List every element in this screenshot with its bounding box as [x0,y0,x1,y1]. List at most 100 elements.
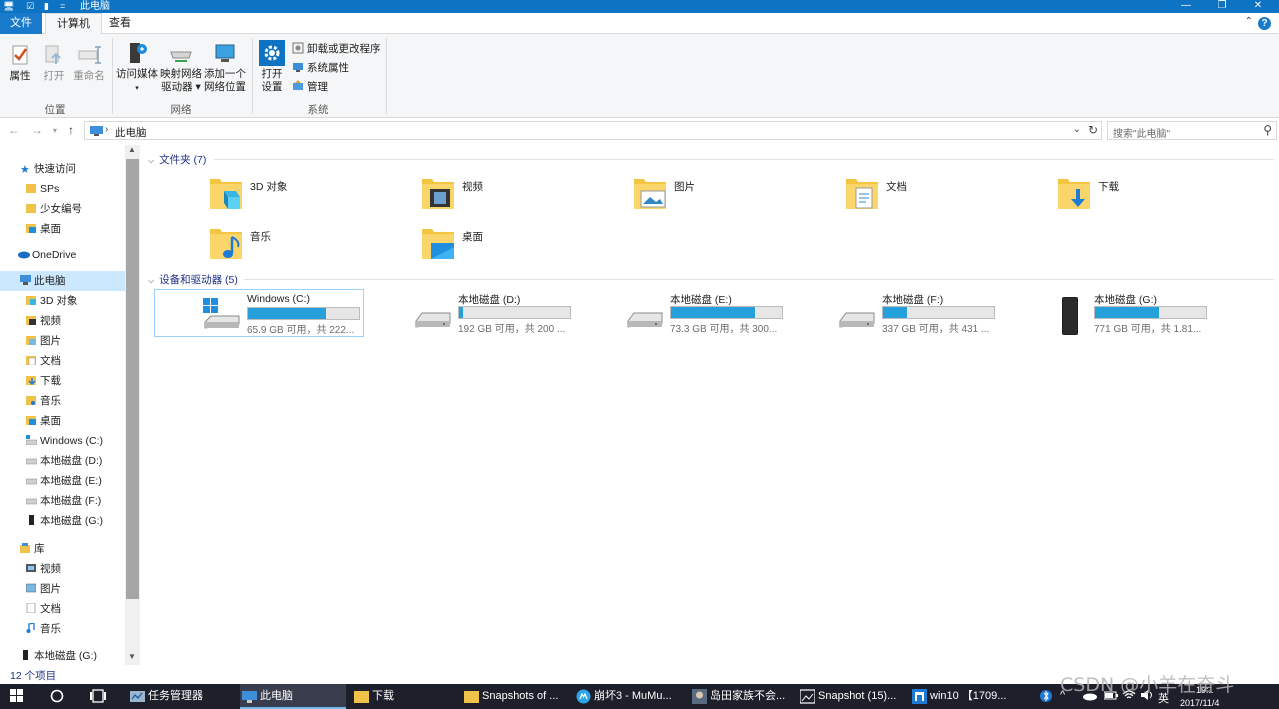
map-network-drive-button[interactable]: 映射网络 驱动器 ▾ [160,40,202,94]
taskbar-item-downloads[interactable]: 下载 [352,684,458,709]
clock-date[interactable]: 2017/11/4 [1180,698,1219,708]
forward-arrow-icon[interactable]: → [31,123,43,137]
content-pane: ⌵ 文件夹 (7) 3D 对象 视频 图片 文档 下载 音乐 桌面 ⌵ 设备和驱动器… [140,145,1279,665]
devices-section-header[interactable]: ⌵ 设备和驱动器 (5) [148,272,238,287]
nav-pc-item-pictures[interactable]: 图片 [0,331,125,351]
folder-tile-documents[interactable]: 文档 [846,175,1046,221]
up-arrow-icon[interactable]: ↑ [68,123,74,137]
nav-pc-item-drive-e[interactable]: 本地磁盘 (E:) [0,471,125,491]
pictures-icon [26,332,37,345]
nav-scrollbar[interactable]: ▲ ▼ [125,145,140,665]
scroll-up-icon[interactable]: ▲ [128,145,136,154]
drive-tile-g[interactable]: 本地磁盘 (G:) 771 GB 可用，共 1.81... [1002,289,1212,337]
nav-qa-item[interactable]: 桌面 [0,219,125,239]
nav-lib-item-documents[interactable]: 文档 [0,599,125,619]
chevron-down-icon: ⌵ [148,156,155,165]
manage-button[interactable]: 管理 [292,80,328,94]
nav-quick-access[interactable]: ★ 快速访问 [0,159,125,179]
address-bar[interactable]: › 此电脑 ⌄ ↻ [84,121,1102,140]
nav-pc-item-downloads[interactable]: 下载 [0,371,125,391]
system-properties-button[interactable]: 系统属性 [292,61,349,75]
drive-tile-d[interactable]: 本地磁盘 (D:) 192 GB 可用，共 200 ... [366,289,576,337]
minimize-button[interactable]: — [1168,0,1204,13]
ribbon-collapse-icon[interactable]: ⌃ [1245,16,1253,27]
nav-bottom-drive-g[interactable]: 本地磁盘 (G:) [0,646,125,666]
properties-button[interactable]: 属性 [6,42,34,83]
nav-lib-item-music[interactable]: 音乐 [0,619,125,639]
taskbar-item-snapshot[interactable]: Snapshot (15)... [798,684,906,709]
nav-onedrive[interactable]: OneDrive [0,245,125,265]
quick-access-properties-icon[interactable]: ☑ [26,0,34,13]
nav-pc-item-drive-c[interactable]: Windows (C:) [0,431,125,451]
nav-pc-item-music[interactable]: 音乐 [0,391,125,411]
taskbar-item-mumu[interactable]: 崩坏3 - MuMu... [574,684,686,709]
rename-button[interactable]: 重命名 [72,42,106,83]
taskbar-item-snapshots-folder[interactable]: Snapshots of ... [462,684,568,709]
breadcrumb-chevron-icon[interactable]: › [105,124,108,135]
start-windows-icon[interactable] [10,689,24,706]
nav-pc-item-videos[interactable]: 视频 [0,311,125,331]
nav-pc-item-desktop[interactable]: 桌面 [0,411,125,431]
nav-qa-item[interactable]: 少女编号 [0,199,125,219]
nav-pc-item-documents[interactable]: 文档 [0,351,125,371]
quick-access-customize-icon[interactable]: = [60,0,65,13]
task-view-icon[interactable] [90,689,106,706]
drive-usage-fill [248,308,326,319]
navigation-pane: ★ 快速访问 SPs 少女编号 桌面 OneDrive 此电脑 3D 对象 视频 … [0,145,140,665]
drive-tile-c[interactable]: Windows (C:) 65.9 GB 可用，共 222... [154,289,364,337]
open-settings-button[interactable]: 打开 设置 [256,40,288,94]
ribbon: 属性 打开 重命名 位置 访问媒体 ▾ 映射网络 驱动器 ▾ 添加一个 网络位置 网络 [0,34,1279,118]
downloads-icon [26,372,37,386]
group-separator [252,38,253,114]
nav-pc-item-3d[interactable]: 3D 对象 [0,291,125,311]
tab-view[interactable]: 查看 [98,13,142,34]
tab-computer[interactable]: 计算机 [45,13,102,35]
open-button[interactable]: 打开 [40,42,68,83]
nav-lib-item-videos[interactable]: 视频 [0,559,125,579]
nav-libraries[interactable]: 库 [0,539,125,559]
taskbar-item-win10-browser[interactable]: win10 【1709... [910,684,1022,709]
folder-tile-3d-objects[interactable]: 3D 对象 [210,175,410,221]
taskbar-item-this-pc[interactable]: 此电脑 [240,684,346,709]
close-button[interactable]: ✕ [1240,0,1276,13]
taskbar-item-shimada[interactable]: 岛田家族不会... [690,684,794,709]
bluetooth-icon[interactable] [1040,689,1052,706]
nav-qa-item[interactable]: SPs [0,179,125,199]
search-box[interactable]: 搜索"此电脑" ⚲ [1107,121,1277,140]
breadcrumb-this-pc[interactable]: 此电脑 [115,125,147,140]
refresh-icon[interactable]: ↻ [1088,123,1098,137]
folder-tile-videos[interactable]: 视频 [422,175,622,221]
folder-tile-music[interactable]: 音乐 [210,225,410,271]
drive-tile-f[interactable]: 本地磁盘 (F:) 337 GB 可用，共 431 ... [790,289,1000,337]
folders-section-header[interactable]: ⌵ 文件夹 (7) [148,152,206,167]
quick-access-newfolder-icon[interactable]: ▮ [44,0,49,13]
maximize-button[interactable]: ❐ [1204,0,1240,13]
access-media-button[interactable]: 访问媒体 ▾ [116,40,158,95]
nav-pc-item-drive-d[interactable]: 本地磁盘 (D:) [0,451,125,471]
nav-pc-item-drive-f[interactable]: 本地磁盘 (F:) [0,491,125,511]
cortana-search-icon[interactable] [50,689,64,706]
folder-tile-desktop[interactable]: 桌面 [422,225,622,271]
drive-tile-e[interactable]: 本地磁盘 (E:) 73.3 GB 可用，共 300... [578,289,788,337]
pictures-folder-icon [634,175,666,209]
explorer-app-icon: 🖥 [3,1,15,11]
help-icon[interactable]: ? [1258,17,1271,30]
tab-file[interactable]: 文件 [0,13,42,34]
videos-icon [26,312,37,325]
scroll-down-icon[interactable]: ▼ [128,652,136,661]
back-arrow-icon[interactable]: ← [8,123,20,137]
hard-drive-icon [25,452,38,465]
scrollbar-thumb[interactable] [126,159,139,599]
address-dropdown-icon[interactable]: ⌄ [1073,124,1081,135]
windows-drive-icon [203,298,241,332]
folder-tile-downloads[interactable]: 下载 [1058,175,1258,221]
taskbar-item-task-manager[interactable]: 任务管理器 [128,684,234,709]
search-icon[interactable]: ⚲ [1263,123,1272,137]
add-network-location-button[interactable]: 添加一个 网络位置 [203,40,247,94]
nav-this-pc[interactable]: 此电脑 [0,271,125,291]
nav-pc-item-drive-g[interactable]: 本地磁盘 (G:) [0,511,125,531]
uninstall-programs-button[interactable]: 卸载或更改程序 [292,42,381,56]
folder-tile-pictures[interactable]: 图片 [634,175,834,221]
recent-locations-chevron-icon[interactable]: ▾ [53,126,57,135]
nav-lib-item-pictures[interactable]: 图片 [0,579,125,599]
